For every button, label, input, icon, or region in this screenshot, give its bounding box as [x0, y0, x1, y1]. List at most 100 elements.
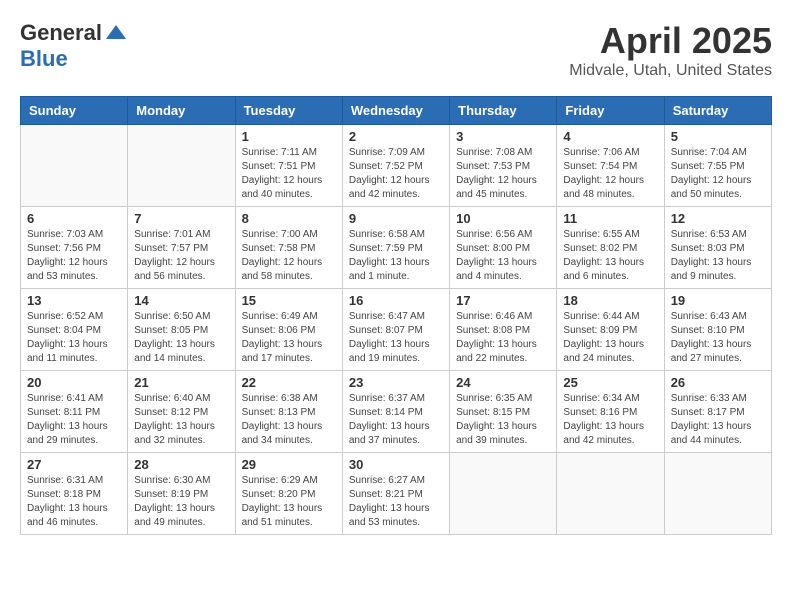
calendar-header-row: SundayMondayTuesdayWednesdayThursdayFrid…	[21, 97, 772, 125]
calendar-cell: 9Sunrise: 6:58 AM Sunset: 7:59 PM Daylig…	[342, 207, 449, 289]
day-info: Sunrise: 6:47 AM Sunset: 8:07 PM Dayligh…	[349, 310, 443, 366]
day-number: 22	[242, 375, 336, 390]
day-info: Sunrise: 6:55 AM Sunset: 8:02 PM Dayligh…	[563, 228, 657, 284]
day-info: Sunrise: 6:44 AM Sunset: 8:09 PM Dayligh…	[563, 310, 657, 366]
day-number: 25	[563, 375, 657, 390]
calendar-cell	[557, 453, 664, 535]
calendar-cell: 5Sunrise: 7:04 AM Sunset: 7:55 PM Daylig…	[664, 125, 771, 207]
calendar-week-row: 6 Sunrise: 7:03 AM Sunset: 7:56 PM Daylig…	[21, 207, 772, 289]
day-number: 19	[671, 293, 765, 308]
weekday-header-friday: Friday	[557, 97, 664, 125]
day-number: 16	[349, 293, 443, 308]
calendar-week-row: 20Sunrise: 6:41 AM Sunset: 8:11 PM Dayli…	[21, 371, 772, 453]
day-number: 29	[242, 457, 336, 472]
day-info: Sunrise: 7:01 AM Sunset: 7:57 PM Dayligh…	[134, 228, 228, 284]
location-subtitle: Midvale, Utah, United States	[569, 62, 772, 80]
calendar-cell: 14Sunrise: 6:50 AM Sunset: 8:05 PM Dayli…	[128, 289, 235, 371]
day-number: 7	[134, 211, 228, 226]
calendar-cell: 3Sunrise: 7:08 AM Sunset: 7:53 PM Daylig…	[450, 125, 557, 207]
calendar-cell: 30 Sunrise: 6:27 AM Sunset: 8:21 PM Dayli…	[342, 453, 449, 535]
day-info: Sunrise: 6:53 AM Sunset: 8:03 PM Dayligh…	[671, 228, 765, 284]
calendar-week-row: 13 Sunrise: 6:52 AM Sunset: 8:04 PM Dayli…	[21, 289, 772, 371]
day-number: 17	[456, 293, 550, 308]
logo-icon	[104, 21, 128, 45]
weekday-header-thursday: Thursday	[450, 97, 557, 125]
calendar-week-row: 27Sunrise: 6:31 AM Sunset: 8:18 PM Dayli…	[21, 453, 772, 535]
calendar-cell: 4Sunrise: 7:06 AM Sunset: 7:54 PM Daylig…	[557, 125, 664, 207]
day-info: Sunrise: 6:31 AM Sunset: 8:18 PM Dayligh…	[27, 474, 121, 530]
calendar-cell: 13 Sunrise: 6:52 AM Sunset: 8:04 PM Dayli…	[21, 289, 128, 371]
day-info: Sunrise: 6:50 AM Sunset: 8:05 PM Dayligh…	[134, 310, 228, 366]
calendar-cell: 22 Sunrise: 6:38 AM Sunset: 8:13 PM Dayli…	[235, 371, 342, 453]
day-info: Sunrise: 6:40 AM Sunset: 8:12 PM Dayligh…	[134, 392, 228, 448]
day-info: Sunrise: 6:27 AM Sunset: 8:21 PM Dayligh…	[349, 474, 443, 530]
calendar-table: SundayMondayTuesdayWednesdayThursdayFrid…	[20, 96, 772, 535]
day-number: 30	[349, 457, 443, 472]
day-info: Sunrise: 6:34 AM Sunset: 8:16 PM Dayligh…	[563, 392, 657, 448]
calendar-cell: 10Sunrise: 6:56 AM Sunset: 8:00 PM Dayli…	[450, 207, 557, 289]
day-info: Sunrise: 6:29 AM Sunset: 8:20 PM Dayligh…	[242, 474, 336, 530]
calendar-cell: 17 Sunrise: 6:46 AM Sunset: 8:08 PM Dayli…	[450, 289, 557, 371]
logo-blue-text: Blue	[20, 46, 68, 72]
calendar-cell: 18 Sunrise: 6:44 AM Sunset: 8:09 PM Dayli…	[557, 289, 664, 371]
logo-general-text: General	[20, 20, 102, 46]
day-number: 23	[349, 375, 443, 390]
calendar-cell: 12Sunrise: 6:53 AM Sunset: 8:03 PM Dayli…	[664, 207, 771, 289]
day-info: Sunrise: 6:46 AM Sunset: 8:08 PM Dayligh…	[456, 310, 550, 366]
day-number: 4	[563, 129, 657, 144]
calendar-cell: 26Sunrise: 6:33 AM Sunset: 8:17 PM Dayli…	[664, 371, 771, 453]
day-number: 24	[456, 375, 550, 390]
day-number: 18	[563, 293, 657, 308]
day-number: 1	[242, 129, 336, 144]
calendar-week-row: 1 Sunrise: 7:11 AM Sunset: 7:51 PM Daylig…	[21, 125, 772, 207]
weekday-header-tuesday: Tuesday	[235, 97, 342, 125]
logo: General Blue	[20, 20, 128, 72]
weekday-header-monday: Monday	[128, 97, 235, 125]
calendar-cell	[450, 453, 557, 535]
calendar-cell: 23 Sunrise: 6:37 AM Sunset: 8:14 PM Dayli…	[342, 371, 449, 453]
calendar-cell: 20Sunrise: 6:41 AM Sunset: 8:11 PM Dayli…	[21, 371, 128, 453]
day-info: Sunrise: 6:41 AM Sunset: 8:11 PM Dayligh…	[27, 392, 121, 448]
day-info: Sunrise: 6:30 AM Sunset: 8:19 PM Dayligh…	[134, 474, 228, 530]
calendar-cell	[128, 125, 235, 207]
calendar-cell: 24Sunrise: 6:35 AM Sunset: 8:15 PM Dayli…	[450, 371, 557, 453]
calendar-cell: 27Sunrise: 6:31 AM Sunset: 8:18 PM Dayli…	[21, 453, 128, 535]
day-number: 21	[134, 375, 228, 390]
month-title: April 2025	[569, 20, 772, 62]
day-info: Sunrise: 7:03 AM Sunset: 7:56 PM Dayligh…	[27, 228, 121, 284]
calendar-cell: 15 Sunrise: 6:49 AM Sunset: 8:06 PM Dayli…	[235, 289, 342, 371]
day-info: Sunrise: 6:33 AM Sunset: 8:17 PM Dayligh…	[671, 392, 765, 448]
page-header: General Blue April 2025 Midvale, Utah, U…	[20, 20, 772, 80]
calendar-cell: 19 Sunrise: 6:43 AM Sunset: 8:10 PM Dayli…	[664, 289, 771, 371]
day-info: Sunrise: 6:43 AM Sunset: 8:10 PM Dayligh…	[671, 310, 765, 366]
day-info: Sunrise: 6:58 AM Sunset: 7:59 PM Dayligh…	[349, 228, 443, 284]
calendar-cell: 25 Sunrise: 6:34 AM Sunset: 8:16 PM Dayli…	[557, 371, 664, 453]
calendar-cell: 6 Sunrise: 7:03 AM Sunset: 7:56 PM Daylig…	[21, 207, 128, 289]
calendar-cell: 8 Sunrise: 7:00 AM Sunset: 7:58 PM Daylig…	[235, 207, 342, 289]
day-info: Sunrise: 7:00 AM Sunset: 7:58 PM Dayligh…	[242, 228, 336, 284]
day-number: 8	[242, 211, 336, 226]
day-number: 6	[27, 211, 121, 226]
day-info: Sunrise: 6:38 AM Sunset: 8:13 PM Dayligh…	[242, 392, 336, 448]
day-info: Sunrise: 7:08 AM Sunset: 7:53 PM Dayligh…	[456, 146, 550, 202]
calendar-cell: 11Sunrise: 6:55 AM Sunset: 8:02 PM Dayli…	[557, 207, 664, 289]
day-info: Sunrise: 7:04 AM Sunset: 7:55 PM Dayligh…	[671, 146, 765, 202]
calendar-cell: 2 Sunrise: 7:09 AM Sunset: 7:52 PM Daylig…	[342, 125, 449, 207]
weekday-header-wednesday: Wednesday	[342, 97, 449, 125]
day-info: Sunrise: 7:09 AM Sunset: 7:52 PM Dayligh…	[349, 146, 443, 202]
title-block: April 2025 Midvale, Utah, United States	[569, 20, 772, 80]
calendar-cell: 7 Sunrise: 7:01 AM Sunset: 7:57 PM Daylig…	[128, 207, 235, 289]
day-info: Sunrise: 6:49 AM Sunset: 8:06 PM Dayligh…	[242, 310, 336, 366]
calendar-cell	[21, 125, 128, 207]
weekday-header-saturday: Saturday	[664, 97, 771, 125]
day-info: Sunrise: 6:52 AM Sunset: 8:04 PM Dayligh…	[27, 310, 121, 366]
day-info: Sunrise: 6:37 AM Sunset: 8:14 PM Dayligh…	[349, 392, 443, 448]
calendar-cell: 21 Sunrise: 6:40 AM Sunset: 8:12 PM Dayli…	[128, 371, 235, 453]
day-number: 2	[349, 129, 443, 144]
day-number: 13	[27, 293, 121, 308]
calendar-cell: 29 Sunrise: 6:29 AM Sunset: 8:20 PM Dayli…	[235, 453, 342, 535]
day-info: Sunrise: 7:11 AM Sunset: 7:51 PM Dayligh…	[242, 146, 336, 202]
day-number: 15	[242, 293, 336, 308]
calendar-cell: 28Sunrise: 6:30 AM Sunset: 8:19 PM Dayli…	[128, 453, 235, 535]
calendar-cell: 1 Sunrise: 7:11 AM Sunset: 7:51 PM Daylig…	[235, 125, 342, 207]
